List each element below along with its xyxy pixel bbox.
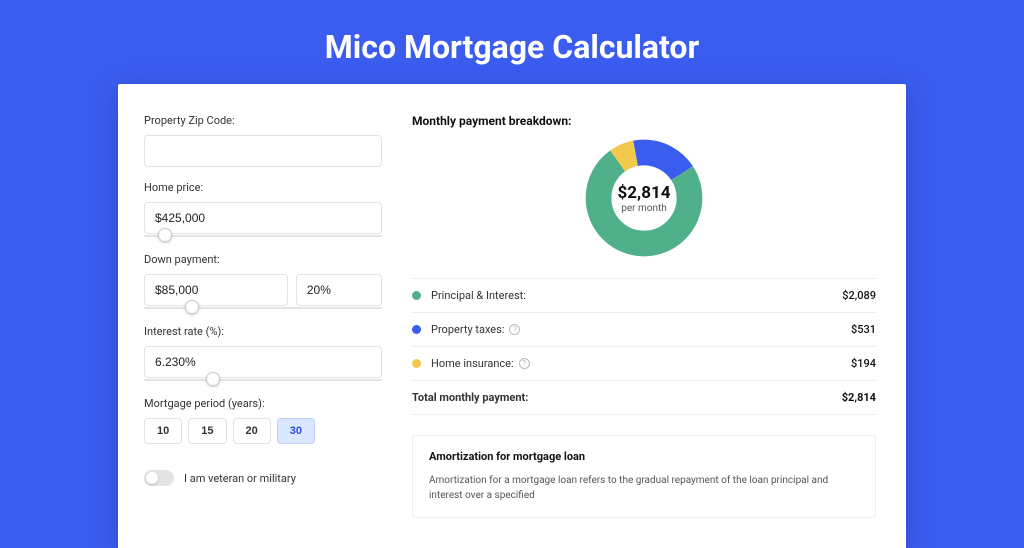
form-panel: Property Zip Code: Home price: Down paym…	[144, 114, 382, 518]
legend: Principal & Interest:$2,089Property taxe…	[412, 278, 876, 415]
legend-row: Property taxes:?$531	[412, 313, 876, 347]
interest-input[interactable]	[144, 346, 382, 378]
down-payment-slider[interactable]	[144, 305, 382, 311]
period-button-10[interactable]: 10	[144, 418, 182, 444]
legend-label: Property taxes:?	[431, 323, 851, 336]
legend-value: $2,089	[842, 289, 876, 302]
home-price-slider[interactable]	[144, 233, 382, 239]
home-price-input[interactable]	[144, 202, 382, 234]
donut-amount: $2,814	[618, 183, 671, 203]
amortization-text: Amortization for a mortgage loan refers …	[429, 473, 859, 503]
veteran-toggle[interactable]	[144, 470, 174, 486]
legend-row: Principal & Interest:$2,089	[412, 279, 876, 313]
donut-wrap: $2,814 per month	[412, 138, 876, 258]
legend-total-label: Total monthly payment:	[412, 391, 842, 404]
zip-label: Property Zip Code:	[144, 114, 382, 127]
donut-sub: per month	[621, 203, 667, 214]
interest-field-group: Interest rate (%):	[144, 325, 382, 383]
legend-total-value: $2,814	[842, 391, 876, 404]
period-field-group: Mortgage period (years): 1015 2030	[144, 397, 382, 444]
veteran-label: I am veteran or military	[184, 472, 296, 485]
amortization-title: Amortization for mortgage loan	[429, 450, 859, 463]
calculator-card: Property Zip Code: Home price: Down paym…	[118, 84, 906, 548]
breakdown-panel: Monthly payment breakdown: $2,814 per mo…	[412, 114, 876, 518]
legend-label: Home insurance:?	[431, 357, 851, 370]
down-payment-field-group: Down payment:	[144, 253, 382, 311]
breakdown-heading: Monthly payment breakdown:	[412, 114, 876, 128]
down-payment-pct-input[interactable]	[296, 274, 382, 306]
period-button-20[interactable]: 20	[233, 418, 271, 444]
interest-slider[interactable]	[144, 377, 382, 383]
donut-chart: $2,814 per month	[584, 138, 704, 258]
period-button-15[interactable]: 15	[188, 418, 226, 444]
home-price-field-group: Home price:	[144, 181, 382, 239]
legend-label: Principal & Interest:	[431, 289, 842, 302]
legend-dot-icon	[412, 325, 421, 334]
period-label: Mortgage period (years):	[144, 397, 382, 410]
down-payment-label: Down payment:	[144, 253, 382, 266]
help-icon[interactable]: ?	[509, 324, 520, 335]
zip-field-group: Property Zip Code:	[144, 114, 382, 167]
help-icon[interactable]: ?	[519, 358, 530, 369]
legend-value: $194	[851, 357, 876, 370]
legend-dot-icon	[412, 359, 421, 368]
legend-row: Home insurance:?$194	[412, 347, 876, 381]
interest-label: Interest rate (%):	[144, 325, 382, 338]
down-payment-input[interactable]	[144, 274, 288, 306]
interest-slider-thumb[interactable]	[206, 372, 220, 386]
down-payment-slider-thumb[interactable]	[185, 300, 199, 314]
home-price-slider-thumb[interactable]	[158, 228, 172, 242]
zip-input[interactable]	[144, 135, 382, 167]
legend-dot-icon	[412, 291, 421, 300]
legend-total-row: Total monthly payment:$2,814	[412, 381, 876, 415]
veteran-row: I am veteran or military	[144, 470, 382, 486]
amortization-box: Amortization for mortgage loan Amortizat…	[412, 435, 876, 518]
page-title: Mico Mortgage Calculator	[0, 0, 1024, 84]
legend-value: $531	[851, 323, 876, 336]
period-button-30[interactable]: 30	[277, 418, 315, 444]
home-price-label: Home price:	[144, 181, 382, 194]
period-options: 1015 2030	[144, 418, 382, 444]
